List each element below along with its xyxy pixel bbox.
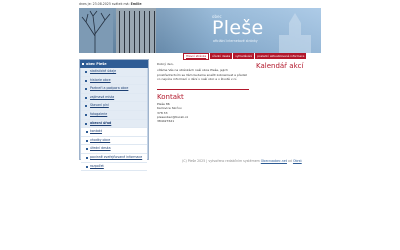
sidebar-item-ordinances[interactable]: vhodky obce: [81, 136, 147, 146]
gate-image: [116, 8, 156, 53]
calendar-heading: Kalendář akcí: [256, 62, 304, 70]
main-content: Dobrý den, vítáme Vás na stránkách naší …: [157, 62, 249, 124]
sidebar-menu: obec Pleše statistické údaje historie ob…: [79, 59, 149, 172]
footer-link-author[interactable]: Obrst: [293, 159, 302, 163]
header-banner: obec Pleše oficiální internetové stránky: [79, 8, 321, 53]
contact-heading: Kontakt: [157, 93, 184, 102]
tab-search[interactable]: vyhledávání: [233, 53, 255, 59]
sidebar-item-places[interactable]: zajímavá místa: [81, 93, 147, 103]
contact-phone: 384427621: [157, 119, 175, 124]
sidebar-item-notice-board[interactable]: úřední deska: [81, 145, 147, 154]
sidebar-item-municipal-office[interactable]: obecní úřad: [81, 119, 147, 129]
sidebar-item-history[interactable]: historie obce: [81, 76, 147, 86]
sidebar-item-statistics[interactable]: statistické údaje: [81, 68, 147, 77]
tab-notice-board[interactable]: úřední deska: [210, 53, 233, 59]
tab-latest-info[interactable]: poslední aktualizované informace: [255, 53, 307, 59]
greeting: Dobrý den,: [157, 62, 174, 66]
sidebar-item-contact[interactable]: kontakt: [81, 128, 147, 137]
sidebar-item-gallery[interactable]: fotogalerie: [81, 110, 147, 120]
date-text: dnes je: 23.08.2025 svátek má:: [79, 2, 130, 6]
banner-title: Pleše: [212, 17, 264, 39]
tab-home[interactable]: Hlavní stránka: [183, 53, 210, 60]
church-image: [279, 13, 311, 53]
nameday: Emilie: [130, 2, 142, 6]
divider: [157, 89, 249, 91]
sidebar-item-plans[interactable]: Stavaní plní: [81, 102, 147, 111]
top-tabs: Hlavní stránka úřední deska vyhledávání …: [182, 53, 307, 60]
sidebar-item-mandatory-info[interactable]: povinně zveřejňované informace: [81, 153, 147, 163]
welcome-text: vítáme Vás na stránkách naší obce Pleše,…: [157, 68, 247, 81]
footer-link-cms[interactable]: Obecnaobec.net: [261, 159, 287, 163]
sidebar-header[interactable]: obec Pleše: [80, 60, 148, 68]
sidebar-item-partners[interactable]: Partneři a podpora obce: [81, 85, 147, 94]
footer-text: (C) Pleše 2025 | vytvořeno redakčním sys…: [182, 159, 260, 163]
sidebar-item-budget[interactable]: rozpočet: [81, 162, 147, 172]
events-calendar: Kalendář akcí: [256, 62, 320, 71]
top-info-bar: dnes je: 23.08.2025 svátek má: Emilie: [79, 0, 321, 8]
banner-subtitle: oficiální internetové stránky: [213, 39, 258, 43]
footer: (C) Pleše 2025 | vytvořeno redakčním sys…: [182, 159, 302, 163]
tree-image: [79, 8, 113, 53]
